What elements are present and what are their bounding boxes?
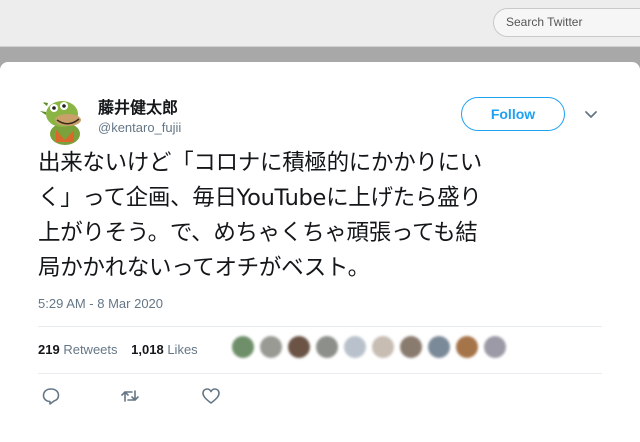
likes-count[interactable]: 1,018 <box>131 342 164 357</box>
author-handle[interactable]: @kentaro_fujii <box>98 120 181 135</box>
reply-icon[interactable] <box>41 386 61 406</box>
tweet-timestamp[interactable]: 5:29 AM - 8 Mar 2020 <box>38 296 163 311</box>
liker-avatar[interactable] <box>288 336 310 358</box>
liker-avatar[interactable] <box>484 336 506 358</box>
follow-button[interactable]: Follow <box>461 97 565 131</box>
liker-avatar[interactable] <box>400 336 422 358</box>
tweet-stats: 219 Retweets 1,018 Likes <box>38 342 198 357</box>
avatar-image <box>38 92 92 146</box>
tweet-text-line: 局かかれないってオチがベスト。 <box>38 255 370 281</box>
retweet-icon[interactable] <box>120 386 140 406</box>
retweets-label[interactable]: Retweets <box>63 342 117 357</box>
tweet-text-line: 出来ないけど「コロナに積極的にかかりにい <box>38 150 483 176</box>
liker-avatar[interactable] <box>372 336 394 358</box>
liker-avatar[interactable] <box>456 336 478 358</box>
likes-label[interactable]: Likes <box>167 342 197 357</box>
retweets-count[interactable]: 219 <box>38 342 60 357</box>
top-bar: Search Twitter <box>0 0 640 47</box>
tweet-text-line: 上がりそう。で、めちゃくちゃ頑張っても結 <box>38 220 478 246</box>
search-input[interactable]: Search Twitter <box>493 8 640 37</box>
avatar[interactable] <box>38 92 92 146</box>
tweet-text: 出来ないけど「コロナに積極的にかかりにい く」って企画、毎日YouTubeに上げ… <box>38 146 606 286</box>
liker-avatar[interactable] <box>428 336 450 358</box>
tweet-card: 藤井健太郎 @kentaro_fujii Follow 出来ないけど「コロナに積… <box>0 62 640 442</box>
liker-avatar[interactable] <box>316 336 338 358</box>
chevron-down-icon[interactable] <box>584 108 598 122</box>
author-name[interactable]: 藤井健太郎 <box>98 94 178 118</box>
divider <box>38 326 602 327</box>
liker-avatar[interactable] <box>232 336 254 358</box>
tweet-text-line: く」って企画、毎日YouTubeに上げたら盛り <box>38 185 482 211</box>
liker-avatar[interactable] <box>344 336 366 358</box>
like-icon[interactable] <box>201 386 221 406</box>
liker-avatar[interactable] <box>260 336 282 358</box>
divider <box>38 373 602 374</box>
